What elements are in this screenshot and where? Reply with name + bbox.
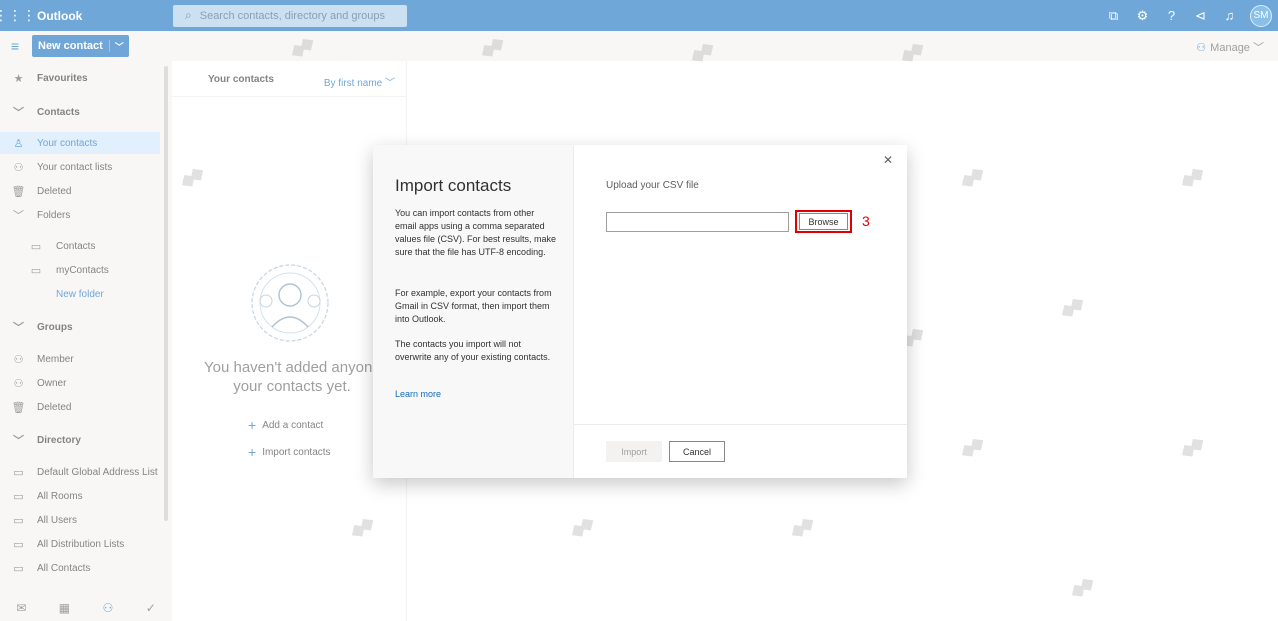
browse-label: Browse	[799, 213, 848, 230]
browse-button[interactable]: Browse	[795, 210, 852, 233]
import-contacts-dialog: Import contacts You can import contacts …	[373, 145, 907, 478]
step-annotation: 3	[862, 213, 870, 229]
dialog-title: Import contacts	[395, 176, 512, 195]
dialog-note: The contacts you import will not overwri…	[395, 339, 551, 362]
learn-more-link[interactable]: Learn more	[395, 389, 441, 399]
dialog-example: For example, export your contacts from G…	[395, 288, 552, 324]
csv-file-input[interactable]	[606, 212, 789, 232]
close-icon[interactable]: ✕	[883, 153, 893, 167]
footer-divider	[574, 424, 907, 425]
import-button[interactable]: Import	[606, 441, 662, 462]
upload-label: Upload your CSV file	[606, 180, 699, 191]
cancel-button[interactable]: Cancel	[669, 441, 725, 462]
dialog-description: You can import contacts from other email…	[395, 208, 557, 257]
dialog-info-panel: Import contacts You can import contacts …	[373, 145, 574, 478]
